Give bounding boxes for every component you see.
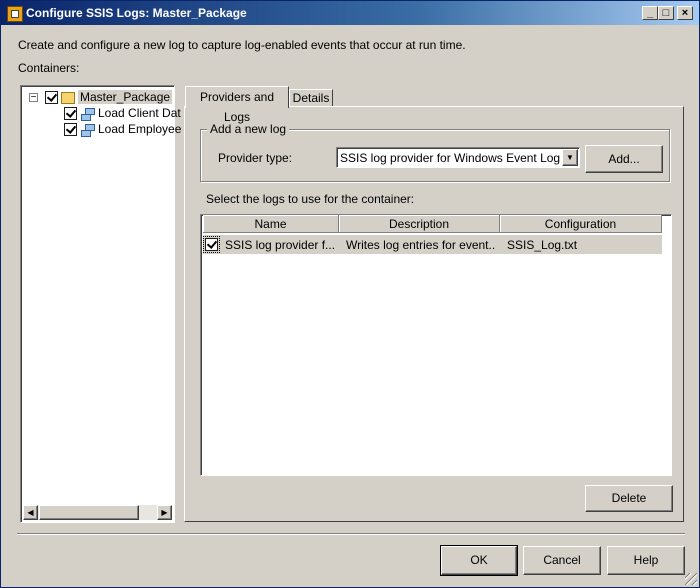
scroll-left-icon[interactable]: ◀ xyxy=(23,505,38,520)
tree-item-checkbox[interactable] xyxy=(64,123,77,136)
tab-providers-and-logs[interactable]: Providers and Logs xyxy=(185,86,289,124)
select-logs-label: Select the logs to use for the container… xyxy=(206,192,415,206)
add-log-button[interactable]: Add... xyxy=(585,145,663,173)
tree-item-label[interactable]: Load Employee xyxy=(98,122,181,136)
chevron-down-icon[interactable]: ▼ xyxy=(562,149,578,166)
minimize-button[interactable]: _ xyxy=(642,6,658,20)
intro-text: Create and configure a new log to captur… xyxy=(18,38,466,52)
delete-button[interactable]: Delete xyxy=(585,485,673,512)
title-bar: Configure SSIS Logs: Master_Package _ □ … xyxy=(1,1,699,25)
horizontal-scrollbar[interactable]: ◀ ▶ xyxy=(23,505,172,520)
help-button[interactable]: Help xyxy=(607,546,685,575)
log-name-cell: SSIS log provider f... xyxy=(225,238,335,252)
tab-details[interactable]: Details xyxy=(289,89,333,107)
provider-type-value: SSIS log provider for Windows Event Log xyxy=(340,151,561,165)
tree-item-label[interactable]: Load Client Dat xyxy=(98,106,181,120)
log-description-cell: Writes log entries for event... xyxy=(346,238,496,252)
tab-panel: Add a new log Provider type: SSIS log pr… xyxy=(184,106,684,522)
tree-root-label[interactable]: Master_Package xyxy=(78,90,173,104)
column-header-description[interactable]: Description xyxy=(339,215,500,233)
app-icon xyxy=(7,6,23,22)
ok-button[interactable]: OK xyxy=(440,545,518,576)
log-configuration-cell: SSIS_Log.txt xyxy=(507,238,578,252)
footer-separator xyxy=(17,533,685,535)
folder-icon xyxy=(61,92,75,104)
containers-tree[interactable]: − Master_Package Load Client Dat Load Em… xyxy=(20,85,181,523)
cancel-button[interactable]: Cancel xyxy=(523,546,601,575)
logs-grid[interactable]: Name Description Configuration SSIS log … xyxy=(200,214,672,476)
resize-grip[interactable] xyxy=(685,573,697,585)
window-title: Configure SSIS Logs: Master_Package xyxy=(26,6,247,20)
close-button[interactable]: × xyxy=(677,6,693,20)
scroll-thumb[interactable] xyxy=(39,505,139,520)
tree-item-checkbox[interactable] xyxy=(64,107,77,120)
collapse-icon[interactable]: − xyxy=(29,93,38,103)
column-header-name[interactable]: Name xyxy=(203,215,339,233)
data-flow-task-icon xyxy=(80,107,95,121)
provider-type-label: Provider type: xyxy=(218,151,293,165)
log-row-checkbox[interactable] xyxy=(203,236,220,253)
dialog-window: Configure SSIS Logs: Master_Package _ □ … xyxy=(0,0,700,588)
tree-root-checkbox[interactable] xyxy=(45,91,58,104)
column-header-configuration[interactable]: Configuration xyxy=(500,215,662,233)
data-flow-task-icon xyxy=(80,123,95,137)
containers-label: Containers: xyxy=(18,61,80,75)
scroll-right-icon[interactable]: ▶ xyxy=(157,505,172,520)
provider-type-select[interactable]: SSIS log provider for Windows Event Log … xyxy=(336,147,580,168)
maximize-button[interactable]: □ xyxy=(658,6,674,20)
